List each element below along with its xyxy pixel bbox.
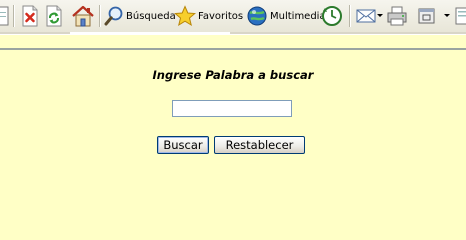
page-icon: [0, 6, 9, 26]
media-icon: [247, 6, 267, 26]
search-submit-button[interactable]: Buscar: [157, 136, 209, 154]
edit-icon: [418, 8, 435, 24]
search-button[interactable]: Búsqueda: [104, 3, 176, 29]
refresh-button[interactable]: [44, 3, 64, 29]
toolbar-separator: [99, 5, 101, 27]
stop-icon: [22, 5, 38, 27]
media-button[interactable]: Multimedia: [246, 3, 326, 29]
print-icon: [387, 6, 407, 26]
favorites-button[interactable]: Favoritos: [174, 3, 243, 29]
search-button-label: Búsqueda: [126, 10, 176, 22]
history-button[interactable]: [321, 3, 343, 29]
more-dropdown-arrow[interactable]: [444, 14, 450, 17]
toolbar-separator: [349, 5, 351, 27]
toolbar-bottom-edge: [0, 32, 466, 35]
edit-button[interactable]: [417, 3, 437, 29]
reset-button[interactable]: Restablecer: [214, 136, 305, 154]
search-input[interactable]: [172, 100, 292, 117]
more-button[interactable]: [454, 3, 466, 29]
page-button[interactable]: [0, 3, 10, 29]
home-button[interactable]: [71, 3, 95, 29]
mail-dropdown-arrow[interactable]: [377, 14, 383, 17]
stop-button[interactable]: [20, 3, 40, 29]
search-icon: [104, 6, 123, 26]
media-button-label: Multimedia: [270, 10, 326, 22]
mail-button[interactable]: [355, 3, 377, 29]
mail-icon: [356, 9, 376, 23]
toolbar-separator: [13, 5, 15, 27]
browser-toolbar: Búsqueda Favoritos Multimedia: [0, 0, 466, 32]
form-title: Ingrese Palabra a buscar: [152, 68, 314, 82]
home-icon: [72, 5, 94, 27]
search-form-area: Ingrese Palabra a buscar Buscar Restable…: [0, 48, 466, 203]
more-icon: [455, 7, 466, 25]
favorites-button-label: Favoritos: [198, 10, 244, 22]
print-button[interactable]: [386, 3, 408, 29]
history-icon: [322, 6, 342, 26]
refresh-icon: [46, 5, 62, 27]
favorites-star-icon: [174, 5, 196, 27]
